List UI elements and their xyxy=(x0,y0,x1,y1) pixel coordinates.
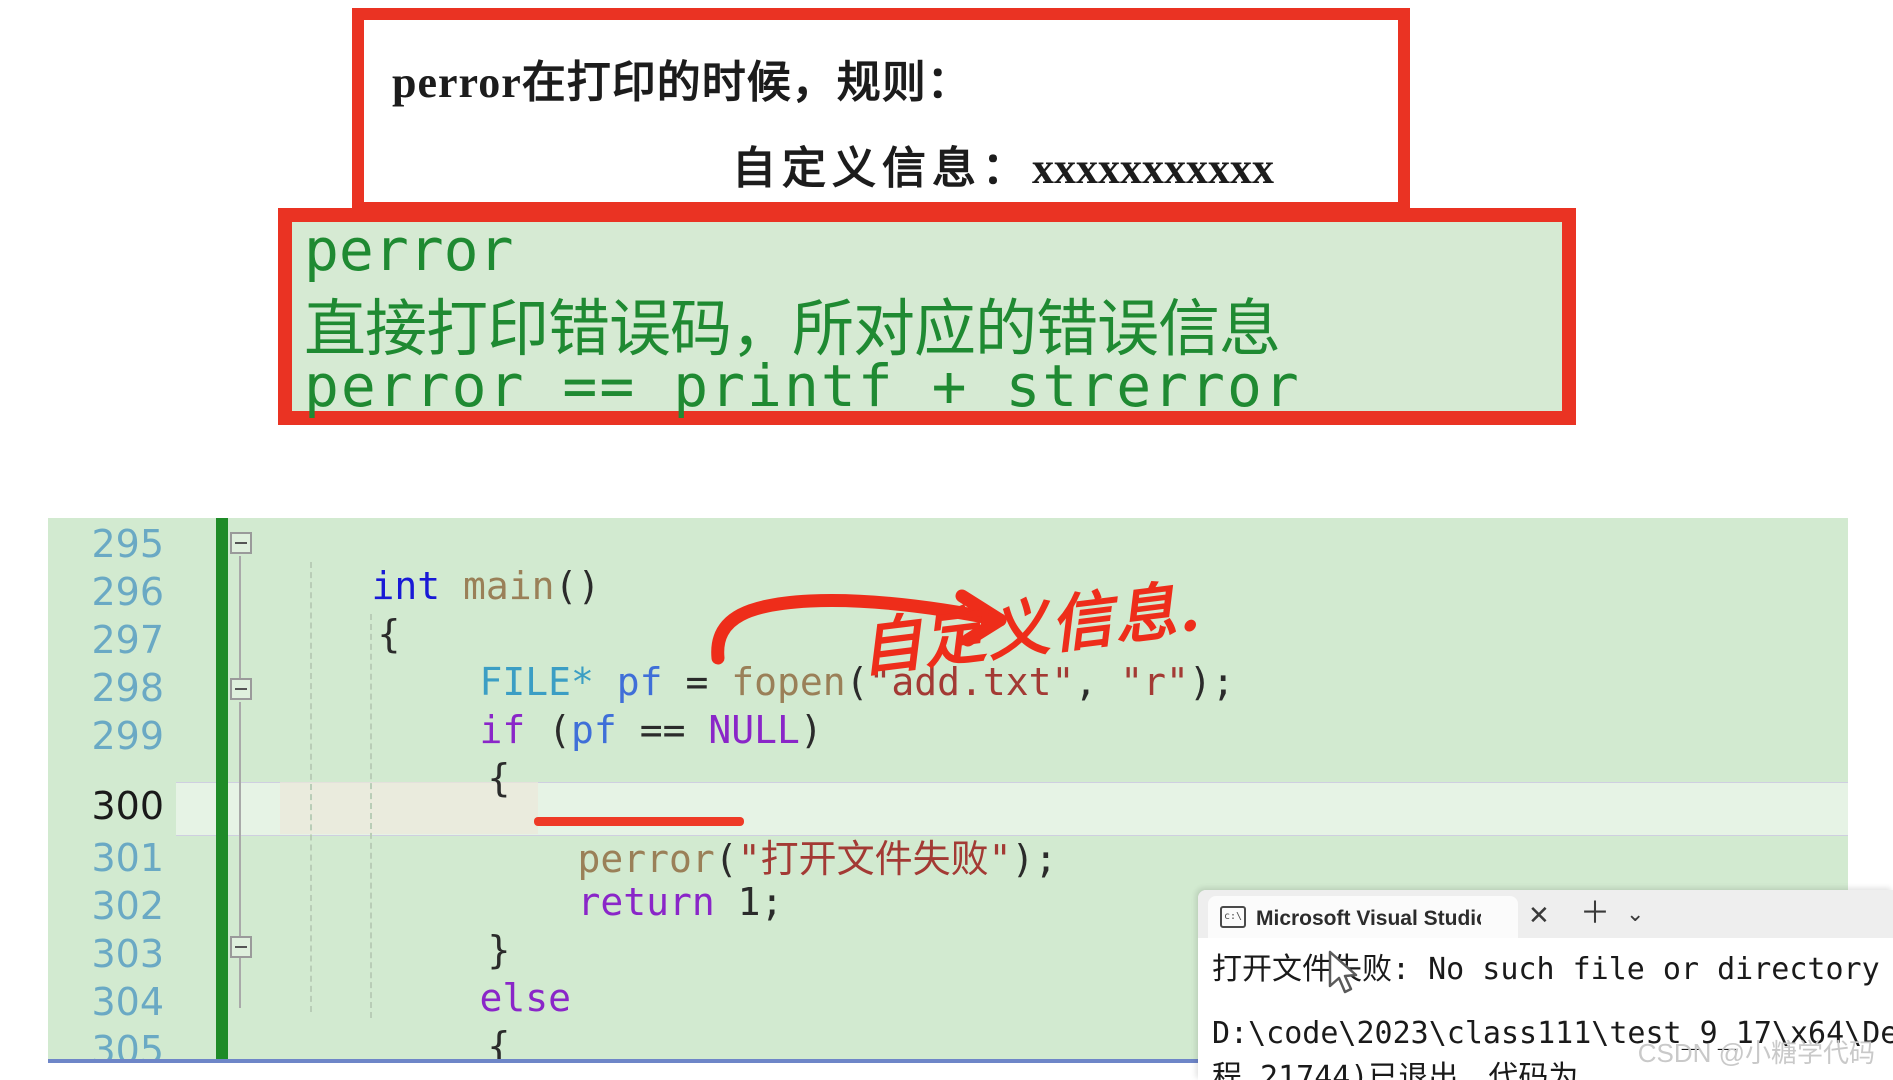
code-folding-column[interactable] xyxy=(230,518,270,1063)
line-number: 305 xyxy=(91,1028,164,1063)
perror-explanation-box: perror 直接打印错误码，所对应的错误信息 perror == printf… xyxy=(278,208,1576,425)
custom-message-placeholder: xxxxxxxxxxx xyxy=(1032,144,1274,193)
line-number: 299 xyxy=(91,714,164,758)
custom-message-label: 自定义信息： xyxy=(732,144,1032,193)
explanation-line-equivalence: perror == printf + strerror xyxy=(304,352,1301,420)
line-number: 295 xyxy=(91,522,164,566)
token-function-main: main xyxy=(463,564,555,608)
token-parens: () xyxy=(554,564,601,608)
token-paren-close: ) xyxy=(799,708,823,752)
token-quote: " xyxy=(988,837,1012,881)
explanation-line-perror: perror xyxy=(304,216,514,284)
token-operator-eq: == xyxy=(616,708,709,752)
fold-toggle-else[interactable] xyxy=(230,936,252,958)
line-number: 298 xyxy=(91,666,164,710)
chevron-down-icon[interactable]: ⌄ xyxy=(1626,904,1644,926)
token-line-end: ); xyxy=(1011,837,1058,881)
console-output-line: 打开文件失败: No such file or directory xyxy=(1212,952,1880,987)
token-var-pf: pf xyxy=(571,708,617,752)
perror-rule-custom-message-line: 自定义信息：xxxxxxxxxxx xyxy=(732,132,1274,196)
line-number: 297 xyxy=(91,618,164,662)
fold-toggle-main[interactable] xyxy=(230,532,252,554)
line-number: 301 xyxy=(91,836,164,880)
terminal-icon xyxy=(1220,906,1246,928)
token-comma: , xyxy=(1074,660,1121,704)
token-string-mode: "r" xyxy=(1120,660,1189,704)
close-icon[interactable]: ✕ xyxy=(1528,902,1550,928)
token-paren-open: ( xyxy=(525,708,572,752)
token-return-value: 1; xyxy=(714,880,784,924)
line-number-active: 300 xyxy=(91,784,164,828)
perror-rule-heading: perror在打印的时候，规则： xyxy=(392,58,972,107)
console-tab-strip: Microsoft Visual Studio 调试控制台 ✕ ＋ ⌄ xyxy=(1198,890,1893,938)
fold-guide-line xyxy=(239,556,241,696)
console-tab[interactable]: Microsoft Visual Studio 调试控制台 xyxy=(1208,896,1518,938)
line-number: 296 xyxy=(91,570,164,614)
mouse-cursor-icon xyxy=(1328,950,1358,994)
console-output-line: 程 21744)已退出，代码为 xyxy=(1212,1060,1579,1080)
unsaved-change-bar xyxy=(216,518,228,1063)
console-tab-title: Microsoft Visual Studio 调试控制台 xyxy=(1256,907,1481,930)
fold-guide-line xyxy=(239,702,241,890)
token-string-custom-message: 打开文件失败 xyxy=(760,837,989,881)
code-line-partial[interactable]: printf("打开文件成功\n"); xyxy=(486,1028,1103,1063)
code-line[interactable]: { xyxy=(286,568,401,700)
token-keyword-return: return xyxy=(577,880,715,924)
custom-message-underline-annotation xyxy=(534,817,744,826)
new-tab-icon[interactable]: ＋ xyxy=(1580,899,1610,929)
fold-toggle-if[interactable] xyxy=(230,678,252,700)
line-number: 303 xyxy=(91,932,164,976)
token-line-end: ); xyxy=(1188,660,1235,704)
line-number-gutter: 295 296 297 298 299 300 301 302 303 304 … xyxy=(48,518,176,1063)
perror-rule-callout-box: perror在打印的时候，规则： 自定义信息：xxxxxxxxxxx xyxy=(352,8,1410,214)
line-number: 304 xyxy=(91,980,164,1024)
line-number: 302 xyxy=(91,884,164,928)
token-macro-null: NULL xyxy=(708,708,800,752)
csdn-watermark: CSDN @小糖学代码 xyxy=(1637,1038,1875,1068)
